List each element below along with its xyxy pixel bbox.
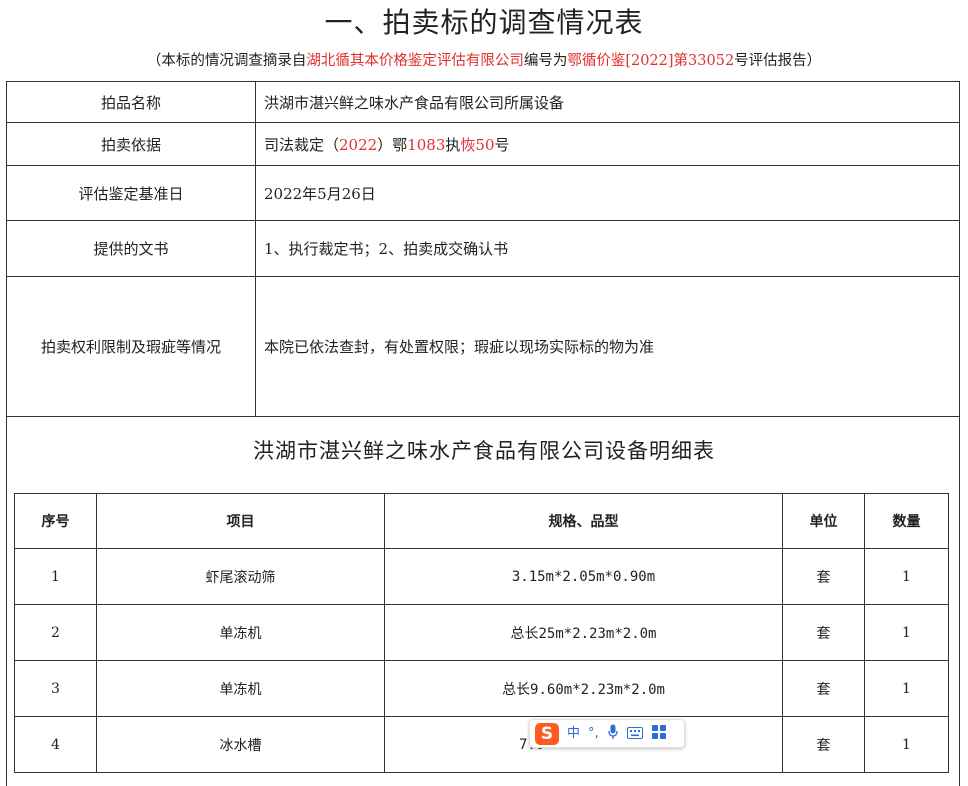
row-date: 评估鉴定基准日 2022年5月26日 (6, 165, 960, 221)
appraisal-company: 湖北循其本价格鉴定评估有限公司 (306, 53, 524, 69)
header-spec: 规格、品型 (384, 493, 783, 549)
cell-unit: 套 (782, 548, 865, 605)
cell-qty: 1 (864, 548, 949, 605)
microphone-icon[interactable] (608, 724, 618, 744)
basis-label: 拍卖依据 (6, 122, 256, 166)
source-prefix: （本标的情况调查摘录自 (146, 53, 307, 69)
cell-spec: 总长9.60m*2.23m*2.0m (384, 660, 783, 717)
sogou-logo-icon[interactable]: S (535, 722, 559, 745)
row-rights: 拍卖权利限制及瑕疵等情况 本院已依法查封，有处置权限；瑕疵以现场实际标的物为准 (6, 276, 960, 417)
cell-item: 虾尾滚动筛 (96, 548, 385, 605)
row-docs: 提供的文书 1、执行裁定书；2、拍卖成交确认书 (6, 220, 960, 277)
row-basis: 拍卖依据 司法裁定（2022）鄂1083执恢50号 (6, 122, 960, 166)
input-mode-toggle[interactable]: 中 (567, 720, 580, 747)
item-name-label: 拍品名称 (6, 81, 256, 123)
basis-year: 2022 (339, 135, 378, 154)
table-row: 4 冰水槽 7.0 套 1 (14, 716, 949, 773)
rights-value: 本院已依法查封，有处置权限；瑕疵以现场实际标的物为准 (255, 276, 960, 417)
cell-qty: 1 (864, 604, 949, 661)
header-index: 序号 (14, 493, 97, 549)
cell-index: 2 (14, 604, 97, 661)
basis-suffix: 号 (494, 135, 510, 154)
page-title: 一、拍卖标的调查情况表 (324, 6, 644, 39)
report-number: 鄂循价鉴[2022]第33052 (567, 53, 735, 69)
keyboard-icon[interactable] (626, 724, 643, 743)
rights-label: 拍卖权利限制及瑕疵等情况 (6, 276, 256, 417)
equipment-detail-table: 序号 项目 规格、品型 单位 数量 1 虾尾滚动筛 3.15m*2.05m*0.… (14, 493, 949, 773)
basis-value: 司法裁定（2022）鄂1083执恢50号 (255, 122, 960, 166)
cell-unit: 套 (782, 716, 865, 773)
basis-red2: 恢50 (460, 135, 495, 154)
cell-item: 冰水槽 (96, 716, 385, 773)
table-header-row: 序号 项目 规格、品型 单位 数量 (14, 493, 949, 549)
table-row: 2 单冻机 总长25m*2.23m*2.0m 套 1 (14, 604, 949, 661)
table-row: 3 单冻机 总长9.60m*2.23m*2.0m 套 1 (14, 660, 949, 717)
header-qty: 数量 (864, 493, 949, 549)
cell-index: 3 (14, 660, 97, 717)
source-suffix: 号评估报告） (734, 53, 822, 69)
ime-toolbar[interactable]: S 中 °, (529, 719, 685, 748)
date-value: 2022年5月26日 (255, 165, 960, 221)
detail-table-title: 洪湖市湛兴鲜之味水产食品有限公司设备明细表 (253, 439, 715, 463)
cell-qty: 1 (864, 660, 949, 717)
cell-unit: 套 (782, 604, 865, 661)
header-item: 项目 (96, 493, 385, 549)
basis-prefix: 司法裁定（ (264, 135, 340, 154)
basis-mid1: ）鄂 (377, 135, 408, 154)
cell-spec: 总长25m*2.23m*2.0m (384, 604, 783, 661)
date-label: 评估鉴定基准日 (6, 165, 256, 221)
cell-index: 1 (14, 548, 97, 605)
header-unit: 单位 (782, 493, 865, 549)
basis-mid2: 执 (445, 135, 461, 154)
cell-item: 单冻机 (96, 660, 385, 717)
cell-unit: 套 (782, 660, 865, 717)
auction-info-table: 拍品名称 洪湖市湛兴鲜之味水产食品有限公司所属设备 拍卖依据 司法裁定（2022… (6, 81, 960, 417)
cell-spec: 3.15m*2.05m*0.90m (384, 548, 783, 605)
item-name-value: 洪湖市湛兴鲜之味水产食品有限公司所属设备 (255, 81, 960, 123)
cell-index: 4 (14, 716, 97, 773)
table-row: 1 虾尾滚动筛 3.15m*2.05m*0.90m 套 1 (14, 548, 949, 605)
docs-value: 1、执行裁定书；2、拍卖成交确认书 (255, 220, 960, 277)
source-middle: 编号为 (523, 53, 568, 69)
grid-icon[interactable] (651, 724, 666, 743)
basis-num: 1083 (407, 135, 446, 154)
punctuation-toggle[interactable]: °, (588, 720, 599, 747)
row-item-name: 拍品名称 洪湖市湛兴鲜之味水产食品有限公司所属设备 (6, 81, 960, 123)
docs-label: 提供的文书 (6, 220, 256, 277)
source-note: （本标的情况调查摘录自湖北循其本价格鉴定评估有限公司编号为鄂循价鉴[2022]第… (0, 50, 968, 72)
cell-qty: 1 (864, 716, 949, 773)
cell-item: 单冻机 (96, 604, 385, 661)
